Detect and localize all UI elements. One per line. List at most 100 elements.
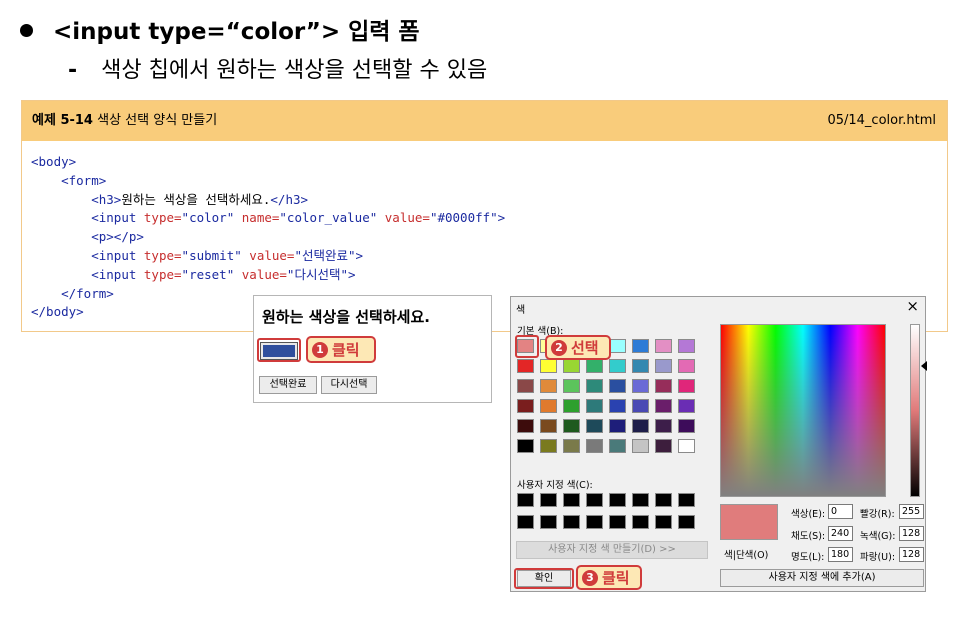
basic-color-swatch[interactable]: [609, 439, 626, 453]
code-token: <input: [91, 210, 137, 226]
basic-color-swatch[interactable]: [678, 399, 695, 413]
define-custom-colors-button[interactable]: 사용자 지정 색 만들기(D) >>: [516, 541, 708, 559]
code-token: "color": [181, 210, 235, 226]
color-spectrum[interactable]: [720, 324, 886, 497]
custom-colors-grid: [517, 493, 695, 529]
custom-color-swatch[interactable]: [586, 493, 603, 507]
basic-color-swatch[interactable]: [540, 359, 557, 373]
basic-color-swatch[interactable]: [632, 399, 649, 413]
basic-color-swatch[interactable]: [609, 419, 626, 433]
basic-color-swatch[interactable]: [586, 399, 603, 413]
code-token: <body>: [31, 154, 77, 169]
custom-color-swatch[interactable]: [540, 493, 557, 507]
basic-color-swatch[interactable]: [609, 339, 626, 353]
basic-color-swatch[interactable]: [517, 439, 534, 453]
subtitle-dash: -: [68, 58, 78, 83]
red-input[interactable]: 255: [899, 504, 924, 519]
example-header: 예제 5-14 색상 선택 양식 만들기 05/14_color.html: [22, 101, 947, 141]
code-token: <h3>: [91, 191, 122, 207]
preview-heading: 원하는 색상을 선택하세요.: [262, 308, 430, 326]
basic-color-swatch[interactable]: [632, 439, 649, 453]
close-icon[interactable]: ×: [906, 297, 919, 315]
basic-color-swatch[interactable]: [563, 399, 580, 413]
hue-label: 색상(E):: [791, 509, 826, 520]
code-token: >: [347, 266, 356, 282]
luminance-input[interactable]: 180: [828, 547, 853, 562]
basic-color-swatch[interactable]: [586, 359, 603, 373]
custom-color-swatch[interactable]: [632, 493, 649, 507]
basic-color-swatch[interactable]: [517, 359, 534, 373]
basic-color-swatch[interactable]: [517, 419, 534, 433]
basic-color-swatch[interactable]: [678, 379, 695, 393]
blue-input[interactable]: 128: [899, 547, 924, 562]
basic-color-swatch[interactable]: [540, 419, 557, 433]
custom-color-swatch[interactable]: [540, 515, 557, 529]
basic-color-swatch[interactable]: [678, 359, 695, 373]
basic-color-swatch[interactable]: [678, 419, 695, 433]
custom-color-swatch[interactable]: [655, 515, 672, 529]
green-label: 녹색(G):: [860, 531, 896, 542]
basic-color-swatch[interactable]: [678, 339, 695, 353]
basic-color-swatch[interactable]: [563, 439, 580, 453]
code-token: type=: [143, 266, 182, 282]
basic-color-swatch[interactable]: [540, 399, 557, 413]
custom-color-swatch[interactable]: [609, 515, 626, 529]
basic-color-swatch[interactable]: [655, 379, 672, 393]
reset-button[interactable]: 다시선택: [321, 376, 377, 394]
basic-color-swatch[interactable]: [632, 359, 649, 373]
custom-color-swatch[interactable]: [586, 515, 603, 529]
basic-color-swatch[interactable]: [632, 419, 649, 433]
basic-color-swatch[interactable]: [655, 359, 672, 373]
red-label: 빨강(R):: [860, 509, 895, 520]
hue-input[interactable]: 0: [828, 504, 853, 519]
green-input[interactable]: 128: [899, 526, 924, 541]
add-to-custom-colors-button[interactable]: 사용자 지정 색에 추가(A): [720, 569, 924, 587]
luminance-arrow-icon[interactable]: [921, 361, 927, 371]
custom-color-swatch[interactable]: [655, 493, 672, 507]
basic-color-swatch[interactable]: [563, 359, 580, 373]
custom-color-swatch[interactable]: [517, 493, 534, 507]
basic-color-swatch[interactable]: [586, 419, 603, 433]
basic-color-swatch[interactable]: [517, 379, 534, 393]
solid-color-label[interactable]: 색|단색(O): [724, 547, 768, 561]
callout-text: 선택: [571, 339, 599, 357]
saturation-input[interactable]: 240: [828, 526, 853, 541]
basic-color-swatch[interactable]: [517, 399, 534, 413]
basic-color-swatch[interactable]: [609, 379, 626, 393]
code-token: <form>: [61, 172, 107, 188]
custom-color-swatch[interactable]: [632, 515, 649, 529]
basic-color-swatch[interactable]: [655, 399, 672, 413]
basic-color-swatch[interactable]: [586, 379, 603, 393]
basic-color-swatch[interactable]: [655, 339, 672, 353]
example-label: 예제 5-14: [32, 113, 93, 128]
basic-color-swatch[interactable]: [586, 439, 603, 453]
basic-color-swatch[interactable]: [540, 439, 557, 453]
luminance-slider[interactable]: [910, 324, 920, 497]
code-token: </h3>: [270, 191, 309, 207]
basic-color-swatch[interactable]: [563, 379, 580, 393]
code-token: </body>: [31, 304, 84, 320]
custom-color-swatch[interactable]: [563, 493, 580, 507]
submit-button[interactable]: 선택완료: [259, 376, 317, 394]
basic-color-swatch[interactable]: [655, 439, 672, 453]
code-token: </form>: [61, 285, 114, 301]
code-token: type=: [143, 247, 182, 263]
basic-color-swatch[interactable]: [609, 399, 626, 413]
basic-color-swatch[interactable]: [678, 439, 695, 453]
custom-color-swatch[interactable]: [609, 493, 626, 507]
basic-color-swatch[interactable]: [632, 379, 649, 393]
basic-color-swatch[interactable]: [632, 339, 649, 353]
code-token: "reset": [181, 266, 235, 282]
callout-2: 2 선택: [545, 335, 611, 360]
color-preview: [720, 504, 778, 540]
custom-color-swatch[interactable]: [678, 493, 695, 507]
basic-color-swatch[interactable]: [563, 419, 580, 433]
bullet-icon: [20, 24, 33, 37]
custom-color-swatch[interactable]: [517, 515, 534, 529]
basic-color-swatch[interactable]: [609, 359, 626, 373]
basic-color-swatch[interactable]: [655, 419, 672, 433]
custom-color-swatch[interactable]: [678, 515, 695, 529]
basic-color-swatch[interactable]: [540, 379, 557, 393]
slide-title-text: <input type=“color”> 입력 폼: [53, 19, 420, 45]
custom-color-swatch[interactable]: [563, 515, 580, 529]
